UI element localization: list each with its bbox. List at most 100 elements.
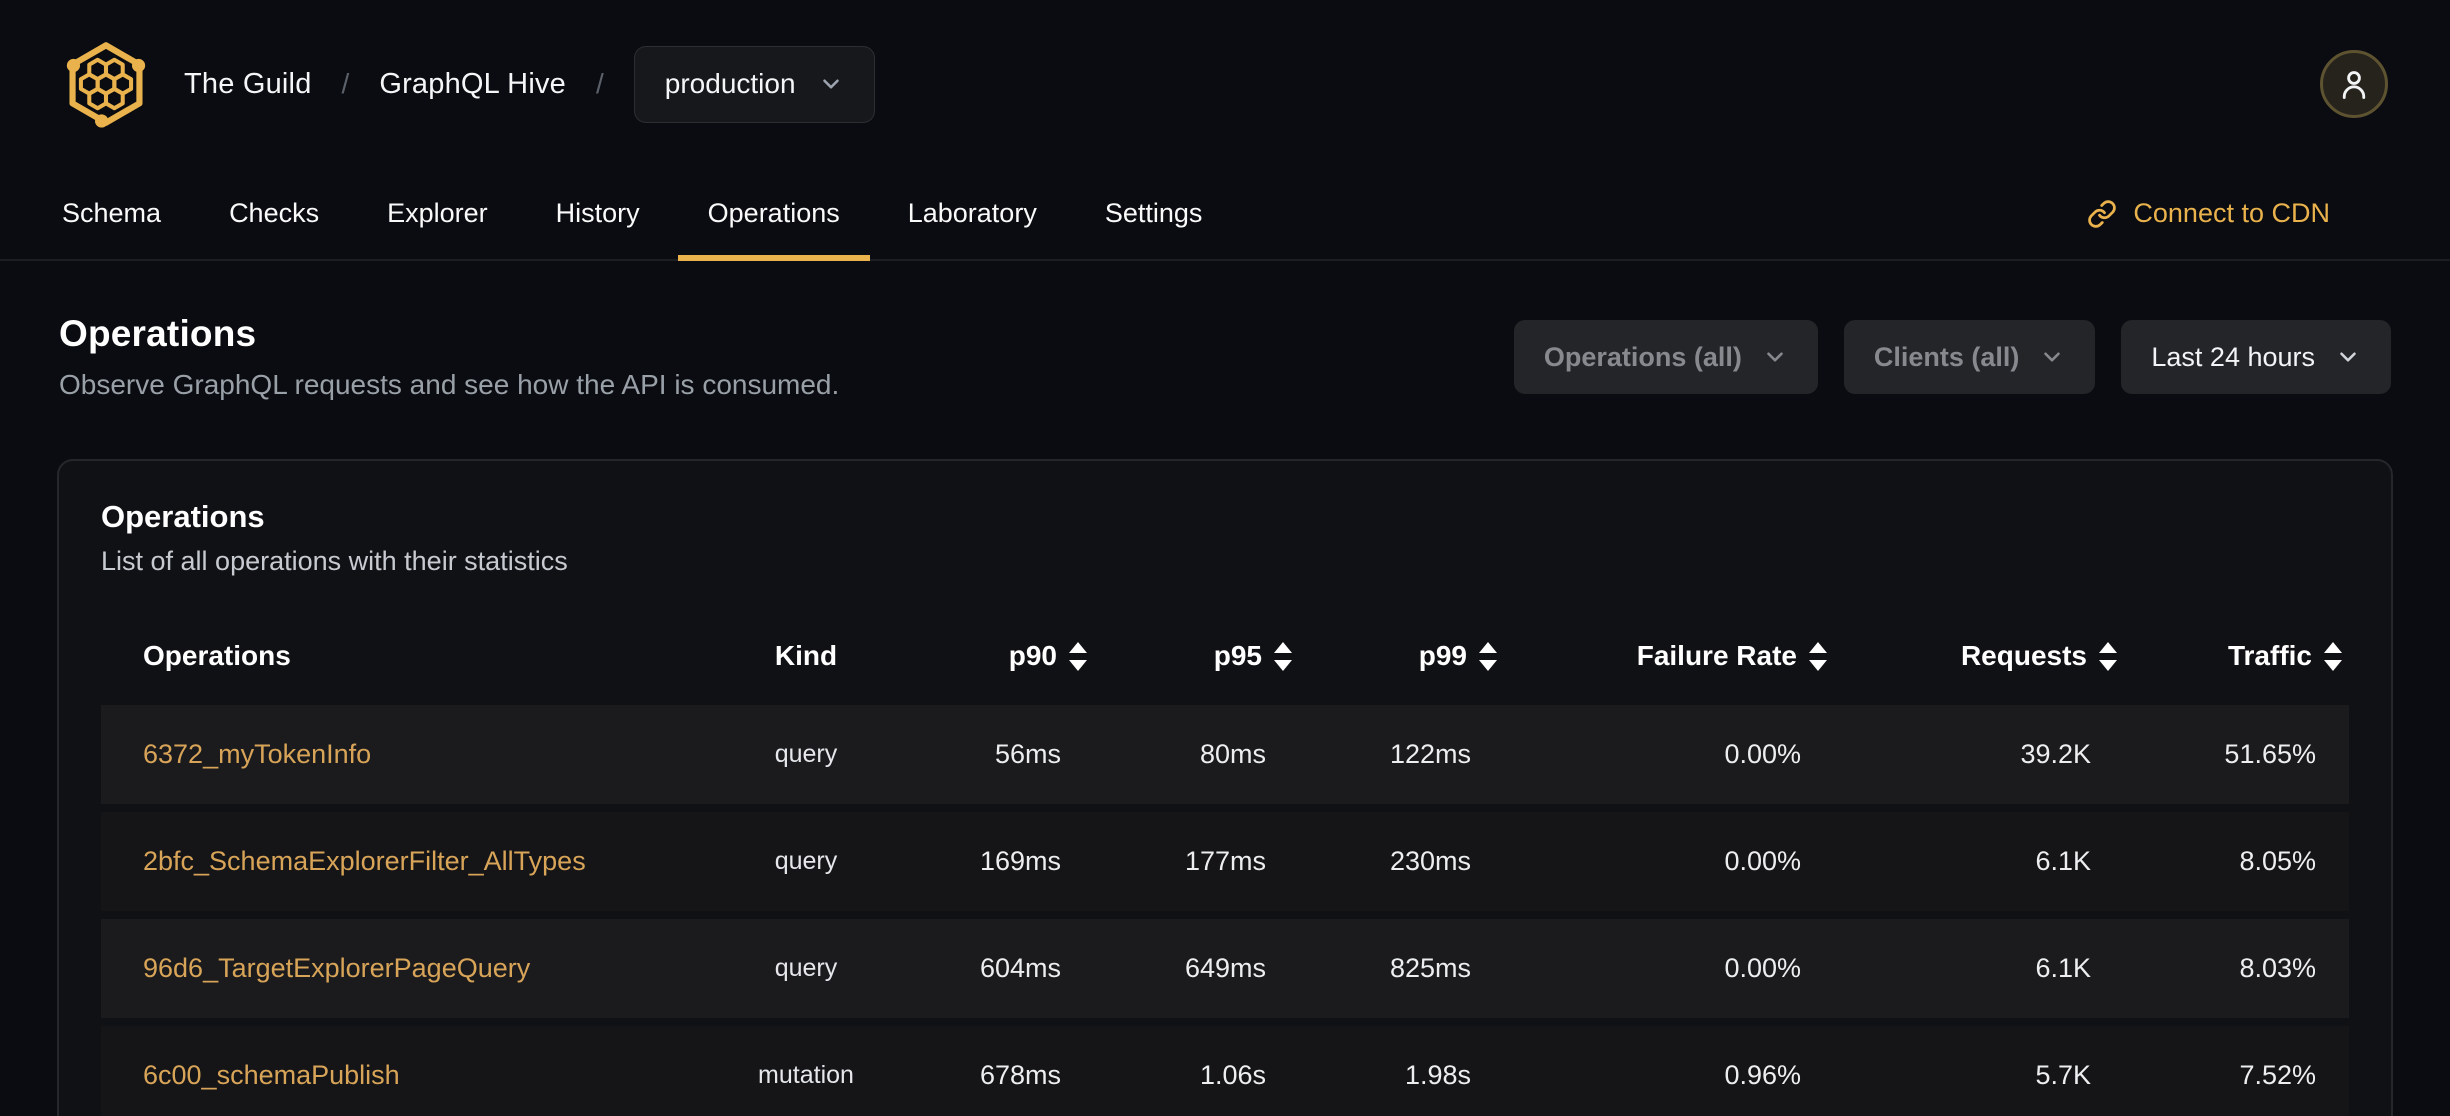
column-header-label: p90: [1008, 640, 1057, 671]
tab-label: Operations: [707, 198, 840, 228]
filter-label: Operations (all): [1543, 341, 1742, 372]
table-body: 6372_myTokenInfo query 56ms 80ms 122ms 0…: [101, 705, 2349, 1116]
operation-link[interactable]: 6372_myTokenInfo: [143, 739, 371, 769]
column-header-label: Operations: [143, 640, 291, 671]
tab-checks[interactable]: Checks: [199, 168, 349, 259]
p90-cell: 56ms: [994, 739, 1061, 769]
tab-label: Explorer: [387, 198, 488, 228]
column-header-p99[interactable]: p99: [1306, 640, 1511, 672]
page-subtitle: Observe GraphQL requests and see how the…: [59, 369, 840, 400]
failure-rate-cell: 0.00%: [1724, 739, 1801, 769]
tab-operations[interactable]: Operations: [677, 168, 870, 261]
breadcrumb-separator: /: [596, 68, 604, 99]
column-header-label: p99: [1418, 640, 1467, 671]
column-header-label: p95: [1213, 640, 1262, 671]
traffic-cell: 51.65%: [2224, 739, 2316, 769]
table-row: 96d6_TargetExplorerPageQuery query 604ms…: [101, 919, 2349, 1018]
breadcrumb-org[interactable]: The Guild: [184, 68, 312, 101]
column-header-failure-rate[interactable]: Failure Rate: [1511, 640, 1841, 672]
chevron-down-icon: [822, 79, 839, 89]
filter-operations-all[interactable]: Operations (all): [1513, 320, 1818, 394]
nav-tabs: Schema Checks Explorer History Operations Lab…: [32, 168, 1233, 261]
tab-settings[interactable]: Settings: [1075, 168, 1233, 259]
p90-cell: 169ms: [979, 846, 1061, 876]
tab-label: History: [555, 198, 640, 228]
operation-link[interactable]: 6c00_schemaPublish: [143, 1060, 400, 1090]
p95-cell: 177ms: [1184, 846, 1266, 876]
p90-cell: 604ms: [979, 953, 1061, 983]
connect-to-cdn-label: Connect to CDN: [2133, 198, 2330, 228]
page-header: Operations Observe GraphQL requests and …: [0, 313, 2450, 401]
failure-rate-cell: 0.00%: [1724, 846, 1801, 876]
tab-laboratory[interactable]: Laboratory: [878, 168, 1067, 259]
column-header-operations: Operations: [101, 640, 701, 672]
top-bar: The Guild / GraphQL Hive / production: [0, 0, 2450, 168]
connect-to-cdn-button[interactable]: Connect to CDN: [2087, 168, 2330, 259]
sort-arrows-icon: [1274, 641, 1292, 671]
filter-label: Last 24 hours: [2151, 341, 2315, 372]
table-row: 6c00_schemaPublish mutation 678ms 1.06s …: [101, 1026, 2349, 1116]
table-row: 6372_myTokenInfo query 56ms 80ms 122ms 0…: [101, 705, 2349, 804]
column-header-label: Traffic: [2227, 640, 2312, 671]
p99-cell: 825ms: [1389, 953, 1471, 983]
requests-cell: 6.1K: [2035, 953, 2091, 983]
filter-last-24-hours[interactable]: Last 24 hours: [2121, 320, 2391, 394]
tab-label: Schema: [62, 198, 162, 228]
operations-table: Operations Kind p90 p95 p99 Failure Rate…: [101, 607, 2349, 1116]
breadcrumb: The Guild / GraphQL Hive / production: [184, 45, 875, 123]
hive-logo-icon[interactable]: [62, 40, 150, 128]
filter-label: Clients (all): [1873, 341, 2020, 372]
column-header-p90[interactable]: p90: [911, 640, 1101, 672]
traffic-cell: 8.03%: [2239, 953, 2316, 983]
traffic-cell: 7.52%: [2239, 1060, 2316, 1090]
user-icon: [2342, 71, 2366, 99]
sort-arrows-icon: [2099, 641, 2117, 671]
p95-cell: 1.06s: [1199, 1060, 1266, 1090]
card-subtitle: List of all operations with their statis…: [101, 546, 568, 576]
kind-cell: query: [774, 954, 838, 982]
column-header-requests[interactable]: Requests: [1841, 640, 2131, 672]
target-selector[interactable]: production: [633, 45, 875, 123]
table-header-row: Operations Kind p90 p95 p99 Failure Rate…: [101, 607, 2349, 705]
failure-rate-cell: 0.96%: [1724, 1060, 1801, 1090]
tab-label: Settings: [1104, 198, 1203, 228]
traffic-cell: 8.05%: [2239, 846, 2316, 876]
sort-arrows-icon: [1069, 641, 1087, 671]
p99-cell: 230ms: [1389, 846, 1471, 876]
page-header-text: Operations Observe GraphQL requests and …: [59, 313, 839, 401]
breadcrumb-separator: /: [341, 68, 350, 99]
column-header-label: Requests: [1960, 640, 2087, 671]
table-row: 2bfc_SchemaExplorerFilter_AllTypes query…: [101, 812, 2349, 911]
failure-rate-cell: 0.00%: [1724, 953, 1801, 983]
user-menu-button[interactable]: [2320, 50, 2388, 118]
breadcrumb-project[interactable]: GraphQL Hive: [379, 68, 566, 101]
tab-label: Checks: [229, 198, 320, 228]
filters: Operations (all) Clients (all) Last 24 h…: [1513, 320, 2391, 394]
column-header-p95[interactable]: p95: [1101, 640, 1306, 672]
operations-card: Operations List of all operations with t…: [57, 459, 2393, 1116]
requests-cell: 5.7K: [2035, 1060, 2091, 1090]
chevron-down-icon: [2340, 352, 2356, 362]
link-icon: [2088, 199, 2117, 228]
page-title: Operations: [59, 313, 257, 354]
p99-cell: 1.98s: [1404, 1060, 1471, 1090]
main-nav: Schema Checks Explorer History Operations Lab…: [0, 168, 2450, 261]
p99-cell: 122ms: [1389, 739, 1471, 769]
tab-history[interactable]: History: [526, 168, 670, 259]
p95-cell: 80ms: [1199, 739, 1266, 769]
chevron-down-icon: [1767, 352, 1783, 362]
kind-cell: mutation: [758, 1061, 854, 1089]
sort-arrows-icon: [1479, 641, 1497, 671]
tab-schema[interactable]: Schema: [32, 168, 191, 259]
filter-clients-all[interactable]: Clients (all): [1843, 320, 2096, 394]
p90-cell: 678ms: [979, 1060, 1061, 1090]
operation-link[interactable]: 2bfc_SchemaExplorerFilter_AllTypes: [143, 846, 586, 876]
p95-cell: 649ms: [1184, 953, 1266, 983]
sort-arrows-icon: [1809, 641, 1827, 671]
tab-label: Laboratory: [907, 198, 1037, 228]
tab-explorer[interactable]: Explorer: [357, 168, 518, 259]
operation-link[interactable]: 96d6_TargetExplorerPageQuery: [143, 953, 530, 983]
column-header-traffic[interactable]: Traffic: [2131, 640, 2356, 672]
column-header-kind: Kind: [701, 640, 911, 672]
